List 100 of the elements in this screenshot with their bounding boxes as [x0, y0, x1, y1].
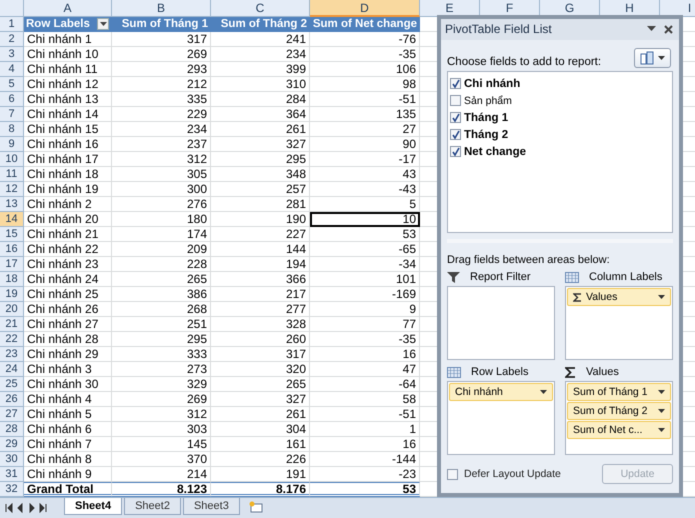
- row-header[interactable]: 10: [0, 152, 24, 167]
- row-header[interactable]: 22: [0, 332, 24, 347]
- table-cell: Chi nhánh 6: [24, 422, 112, 437]
- sheet-tab[interactable]: Sheet2: [124, 498, 181, 515]
- row-header[interactable]: 20: [0, 302, 24, 317]
- row-header[interactable]: 14: [0, 212, 24, 227]
- row-header[interactable]: 21: [0, 317, 24, 332]
- row-header[interactable]: 16: [0, 242, 24, 257]
- table-cell: 317: [211, 347, 310, 362]
- dropdown-caret-icon[interactable]: [540, 390, 547, 394]
- column-header[interactable]: D: [310, 0, 420, 17]
- row-header[interactable]: 8: [0, 122, 24, 137]
- field-chip[interactable]: Sum of Tháng 1: [567, 383, 671, 401]
- filter-dropdown-button[interactable]: [97, 18, 109, 30]
- row-header[interactable]: 2: [0, 32, 24, 47]
- field-label[interactable]: Net change: [464, 146, 526, 158]
- table-cell: 16: [310, 347, 420, 362]
- row-header[interactable]: 28: [0, 422, 24, 437]
- row-header[interactable]: 19: [0, 287, 24, 302]
- checkbox[interactable]: [450, 95, 461, 106]
- field-chip[interactable]: Chi nhánh: [449, 383, 553, 401]
- checkbox[interactable]: [450, 146, 461, 157]
- table-cell: 16: [310, 437, 420, 452]
- column-header[interactable]: C: [211, 0, 310, 17]
- row-header[interactable]: 11: [0, 167, 24, 182]
- area-label: Values: [586, 366, 619, 378]
- table-cell: Chi nhánh 16: [24, 137, 112, 152]
- row-header[interactable]: 26: [0, 392, 24, 407]
- row-header[interactable]: 13: [0, 197, 24, 212]
- dropdown-caret-icon[interactable]: [658, 409, 665, 413]
- table-cell: -23: [310, 467, 420, 482]
- table-cell: 295: [211, 152, 310, 167]
- row-header[interactable]: 7: [0, 107, 24, 122]
- table-cell: -43: [310, 182, 420, 197]
- close-icon[interactable]: [664, 24, 673, 34]
- drop-area[interactable]: Chi nhánh: [447, 381, 555, 455]
- row-header[interactable]: 4: [0, 62, 24, 77]
- table-cell: Chi nhánh 25: [24, 287, 112, 302]
- table-cell: 273: [112, 362, 211, 377]
- checkbox[interactable]: [450, 112, 461, 123]
- table-cell: 194: [211, 257, 310, 272]
- drop-area[interactable]: Sum of Tháng 1 Sum of Tháng 2 Sum of Net c...: [565, 381, 673, 455]
- table-cell: 5: [310, 197, 420, 212]
- dropdown-caret-icon[interactable]: [658, 295, 665, 299]
- insert-sheet-icon[interactable]: [248, 501, 264, 513]
- field-label[interactable]: Tháng 1: [464, 112, 508, 124]
- row-header[interactable]: 9: [0, 137, 24, 152]
- table-cell: Chi nhánh 8: [24, 452, 112, 467]
- layout-options-button[interactable]: [634, 48, 671, 68]
- checkbox[interactable]: [450, 78, 461, 89]
- column-header[interactable]: B: [112, 0, 211, 17]
- table-cell: 1: [310, 422, 420, 437]
- row-header[interactable]: 17: [0, 257, 24, 272]
- sheet-tab[interactable]: Sheet4: [64, 498, 122, 515]
- checkbox[interactable]: [450, 129, 461, 140]
- field-label[interactable]: Sản phẩm: [464, 94, 512, 106]
- table-cell: 212: [112, 77, 211, 92]
- row-header[interactable]: 31: [0, 467, 24, 482]
- table-cell: 47: [310, 362, 420, 377]
- dropdown-caret-icon[interactable]: [658, 390, 665, 394]
- row-header[interactable]: 32: [0, 482, 24, 497]
- row-header[interactable]: 12: [0, 182, 24, 197]
- row-header[interactable]: 24: [0, 362, 24, 377]
- checkbox[interactable]: [447, 468, 458, 480]
- table-cell: Chi nhánh 13: [24, 92, 112, 107]
- row-header[interactable]: 18: [0, 272, 24, 287]
- table-cell: Chi nhánh 12: [24, 77, 112, 92]
- area-label: Report Filter: [470, 271, 531, 283]
- row-header[interactable]: 23: [0, 347, 24, 362]
- column-header[interactable]: A: [24, 0, 112, 17]
- dropdown-caret-icon[interactable]: [647, 26, 656, 32]
- row-header[interactable]: 25: [0, 377, 24, 392]
- table-cell: -35: [310, 47, 420, 62]
- table-cell: Chi nhánh 5: [24, 407, 112, 422]
- table-cell: 265: [211, 377, 310, 392]
- row-header[interactable]: 3: [0, 47, 24, 62]
- table-cell: 257: [211, 182, 310, 197]
- field-chip[interactable]: Sum of Tháng 2: [567, 402, 671, 420]
- dropdown-caret-icon[interactable]: [658, 428, 665, 432]
- field-chip[interactable]: Sum of Net c...: [567, 421, 671, 439]
- column-header[interactable]: I: [660, 0, 695, 17]
- row-header[interactable]: 5: [0, 77, 24, 92]
- checkbox-label[interactable]: Defer Layout Update: [464, 468, 596, 480]
- sheet-tab[interactable]: Sheet3: [182, 498, 240, 515]
- field-chip[interactable]: Values: [567, 288, 671, 306]
- field-label[interactable]: Chi nhánh: [464, 78, 520, 90]
- drop-area[interactable]: Values: [565, 286, 673, 360]
- row-header[interactable]: 6: [0, 92, 24, 107]
- panel-title: PivotTable Field List: [445, 22, 553, 36]
- row-header[interactable]: 1: [0, 17, 24, 32]
- grid-icon: [565, 272, 579, 282]
- row-header[interactable]: 15: [0, 227, 24, 242]
- table-cell: 43: [310, 167, 420, 182]
- column-header[interactable]: E: [420, 0, 480, 17]
- table-cell: 27: [310, 122, 420, 137]
- row-header[interactable]: 30: [0, 452, 24, 467]
- field-label[interactable]: Tháng 2: [464, 128, 508, 140]
- row-header[interactable]: 29: [0, 437, 24, 452]
- row-header[interactable]: 27: [0, 407, 24, 422]
- table-cell: 237: [112, 137, 211, 152]
